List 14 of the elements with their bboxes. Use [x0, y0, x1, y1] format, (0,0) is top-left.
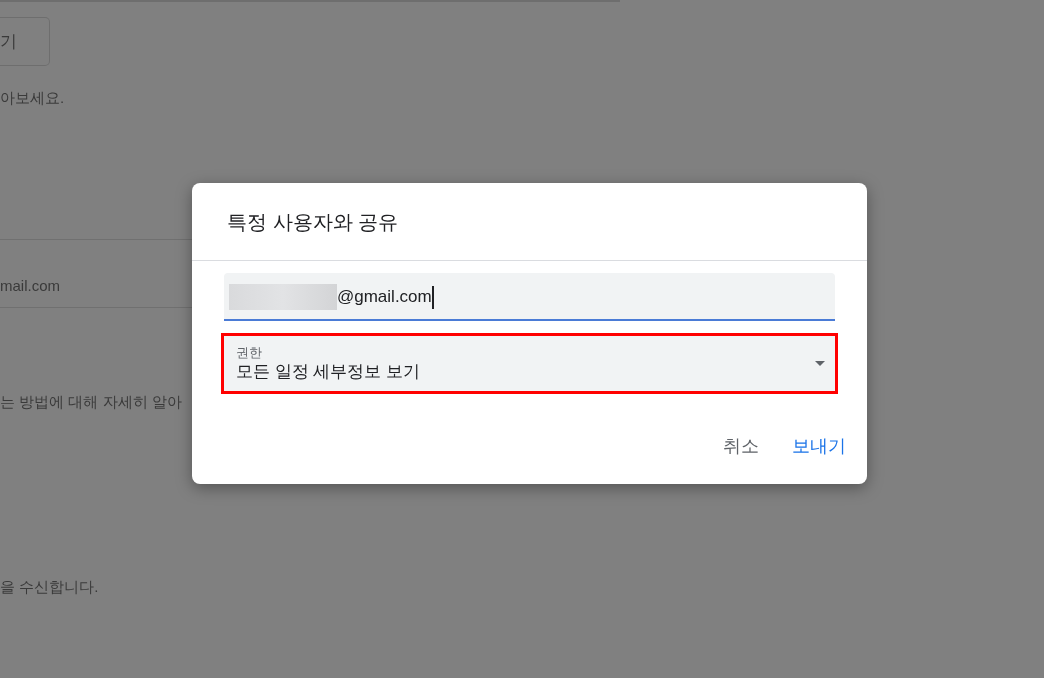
help-text: 아보세요. — [0, 88, 65, 108]
select-value: 모든 일정 세부정보 보기 — [236, 360, 421, 383]
select-label: 권한 — [236, 344, 263, 361]
text-cursor-icon — [431, 285, 434, 309]
dialog-title: 특정 사용자와 공유 — [227, 209, 399, 235]
email-input-field[interactable]: @gmail.com — [224, 273, 835, 321]
cancel-button[interactable]: 취소 — [715, 428, 767, 464]
permission-select[interactable]: 권한 모든 일정 세부정보 보기 — [224, 336, 835, 391]
learn-more-text: 는 방법에 대해 자세히 알아 — [0, 392, 182, 412]
dropdown-caret-icon — [815, 361, 825, 366]
notice-text: 을 수신합니다. — [0, 577, 99, 597]
email-value: @gmail.com — [337, 286, 432, 309]
email-text: mail.com — [0, 276, 60, 296]
send-button[interactable]: 보내기 — [784, 428, 854, 464]
